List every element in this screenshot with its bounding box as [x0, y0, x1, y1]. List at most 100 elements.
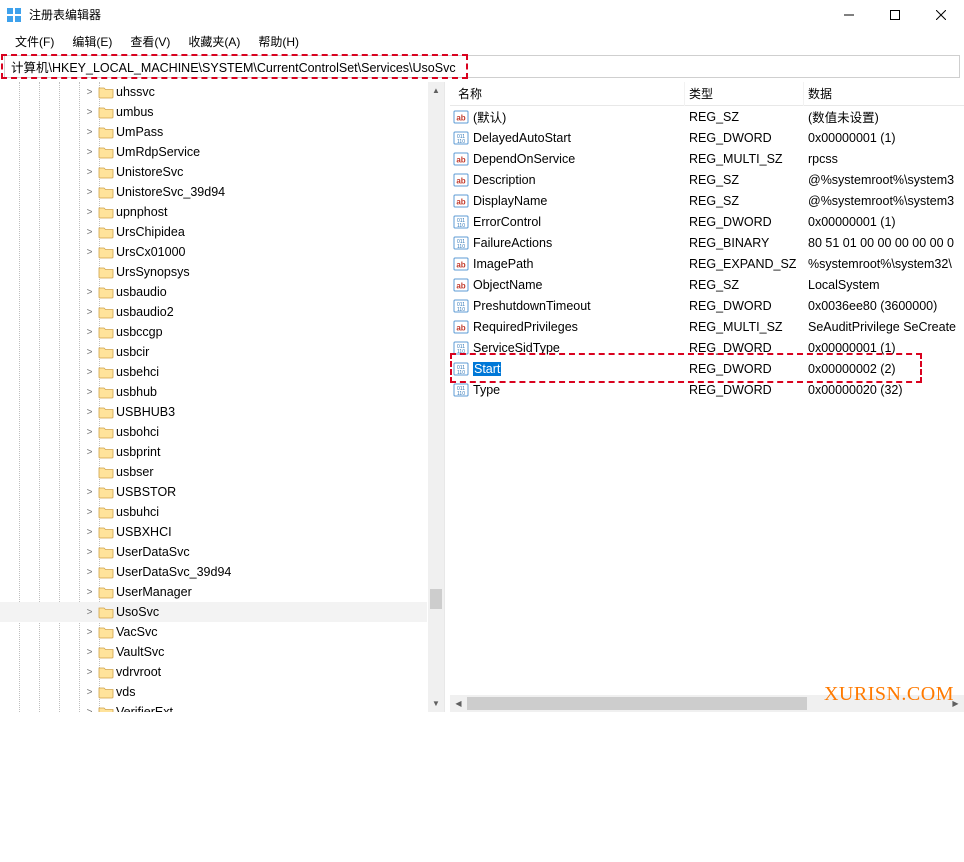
tree-item-usbuhci[interactable]: >usbuhci: [0, 502, 427, 522]
tree-item-upnphost[interactable]: >upnphost: [0, 202, 427, 222]
value-row[interactable]: FailureActionsREG_BINARY80 51 01 00 00 0…: [450, 232, 964, 253]
scroll-track[interactable]: [428, 99, 444, 695]
tree-item-usbxhci[interactable]: >USBXHCI: [0, 522, 427, 542]
tree-expander-icon[interactable]: >: [82, 287, 97, 298]
menu-view[interactable]: 查看(V): [121, 31, 179, 52]
tree-expander-icon[interactable]: >: [82, 527, 97, 538]
tree-item-vdrvroot[interactable]: >vdrvroot: [0, 662, 427, 682]
tree-expander-icon[interactable]: >: [82, 687, 97, 698]
minimize-button[interactable]: [826, 0, 872, 30]
tree-expander-icon[interactable]: >: [82, 587, 97, 598]
tree-item-vds[interactable]: >vds: [0, 682, 427, 702]
tree-item-usbehci[interactable]: >usbehci: [0, 362, 427, 382]
tree-item-usbaudio2[interactable]: >usbaudio2: [0, 302, 427, 322]
tree-expander-icon[interactable]: >: [82, 87, 97, 98]
tree-item-usosvc[interactable]: >UsoSvc: [0, 602, 427, 622]
tree-expander-icon[interactable]: >: [82, 627, 97, 638]
tree-item-usermanager[interactable]: >UserManager: [0, 582, 427, 602]
value-row[interactable]: ObjectNameREG_SZLocalSystem: [450, 274, 964, 295]
tree-expander-icon[interactable]: >: [82, 607, 97, 618]
scroll-right-button[interactable]: ▶: [947, 695, 964, 712]
tree-expander-icon[interactable]: >: [82, 367, 97, 378]
tree-item-usbser[interactable]: usbser: [0, 462, 427, 482]
tree-expander-icon[interactable]: >: [82, 507, 97, 518]
tree-expander-icon[interactable]: >: [82, 227, 97, 238]
tree-expander-icon[interactable]: >: [82, 207, 97, 218]
value-row[interactable]: ImagePathREG_EXPAND_SZ%systemroot%\syste…: [450, 253, 964, 274]
scroll-up-button[interactable]: ▲: [428, 82, 444, 99]
close-button[interactable]: [918, 0, 964, 30]
tree-item-urscx01000[interactable]: >UrsCx01000: [0, 242, 427, 262]
value-row[interactable]: RequiredPrivilegesREG_MULTI_SZSeAuditPri…: [450, 316, 964, 337]
tree-expander-icon[interactable]: >: [82, 347, 97, 358]
tree-list[interactable]: >uhssvc>umbus>UmPass>UmRdpService>Unisto…: [0, 82, 427, 712]
scroll-thumb[interactable]: [430, 589, 442, 609]
value-row[interactable]: ServiceSidTypeREG_DWORD0x00000001 (1): [450, 337, 964, 358]
tree-item-uhssvc[interactable]: >uhssvc: [0, 82, 427, 102]
tree-item-usbhub3[interactable]: >USBHUB3: [0, 402, 427, 422]
tree-expander-icon[interactable]: >: [82, 187, 97, 198]
tree-item-usbccgp[interactable]: >usbccgp: [0, 322, 427, 342]
value-row[interactable]: ErrorControlREG_DWORD0x00000001 (1): [450, 211, 964, 232]
tree-expander-icon[interactable]: >: [82, 447, 97, 458]
tree-expander-icon[interactable]: >: [82, 427, 97, 438]
col-header-type[interactable]: 类型: [685, 82, 804, 106]
menu-help[interactable]: 帮助(H): [249, 31, 308, 52]
value-row[interactable]: DependOnServiceREG_MULTI_SZrpcss: [450, 148, 964, 169]
tree-expander-icon[interactable]: >: [82, 127, 97, 138]
tree-item-unistoresvc[interactable]: >UnistoreSvc: [0, 162, 427, 182]
maximize-button[interactable]: [872, 0, 918, 30]
menu-edit[interactable]: 编辑(E): [63, 31, 121, 52]
tree-expander-icon[interactable]: >: [82, 387, 97, 398]
tree-expander-icon[interactable]: >: [82, 167, 97, 178]
tree-expander-icon[interactable]: >: [82, 327, 97, 338]
tree-expander-icon[interactable]: >: [82, 487, 97, 498]
tree-expander-icon[interactable]: >: [82, 667, 97, 678]
tree-item-urssynopsys[interactable]: UrsSynopsys: [0, 262, 427, 282]
tree-expander-icon[interactable]: >: [82, 707, 97, 713]
tree-item-usbcir[interactable]: >usbcir: [0, 342, 427, 362]
value-row[interactable]: TypeREG_DWORD0x00000020 (32): [450, 379, 964, 400]
tree-item-urschipidea[interactable]: >UrsChipidea: [0, 222, 427, 242]
value-row[interactable]: DescriptionREG_SZ@%systemroot%\system3: [450, 169, 964, 190]
tree-expander-icon[interactable]: >: [82, 647, 97, 658]
tree-expander-icon[interactable]: >: [82, 247, 97, 258]
menu-favorites[interactable]: 收藏夹(A): [179, 31, 249, 52]
scroll-left-button[interactable]: ◀: [450, 695, 467, 712]
value-row[interactable]: (默认)REG_SZ(数值未设置): [450, 106, 964, 127]
tree-expander-icon[interactable]: >: [82, 407, 97, 418]
tree-item-usbaudio[interactable]: >usbaudio: [0, 282, 427, 302]
tree-vertical-scrollbar[interactable]: ▲ ▼: [427, 82, 444, 712]
tree-expander-icon[interactable]: >: [82, 547, 97, 558]
tree-item-vaultsvc[interactable]: >VaultSvc: [0, 642, 427, 662]
tree-item-usbhub[interactable]: >usbhub: [0, 382, 427, 402]
value-row[interactable]: DelayedAutoStartREG_DWORD0x00000001 (1): [450, 127, 964, 148]
menu-file[interactable]: 文件(F): [6, 31, 63, 52]
tree-item-usbprint[interactable]: >usbprint: [0, 442, 427, 462]
col-header-name[interactable]: 名称: [450, 82, 685, 106]
list-body[interactable]: (默认)REG_SZ(数值未设置)DelayedAutoStartREG_DWO…: [450, 106, 964, 695]
tree-item-vacsvc[interactable]: >VacSvc: [0, 622, 427, 642]
tree-item-umbus[interactable]: >umbus: [0, 102, 427, 122]
hscroll-track[interactable]: [467, 695, 947, 712]
tree-item-userdatasvc_39d94[interactable]: >UserDataSvc_39d94: [0, 562, 427, 582]
hscroll-thumb[interactable]: [467, 697, 807, 710]
value-row[interactable]: PreshutdownTimeoutREG_DWORD0x0036ee80 (3…: [450, 295, 964, 316]
tree-expander-icon[interactable]: >: [82, 107, 97, 118]
tree-expander-icon[interactable]: >: [82, 567, 97, 578]
list-header[interactable]: 名称 类型 数据: [450, 82, 964, 106]
tree-item-umpass[interactable]: >UmPass: [0, 122, 427, 142]
tree-expander-icon[interactable]: >: [82, 307, 97, 318]
address-input[interactable]: [4, 55, 960, 78]
tree-item-usbstor[interactable]: >USBSTOR: [0, 482, 427, 502]
tree-item-umrdpservice[interactable]: >UmRdpService: [0, 142, 427, 162]
value-row[interactable]: StartREG_DWORD0x00000002 (2): [450, 358, 964, 379]
col-header-data[interactable]: 数据: [804, 82, 964, 106]
value-row[interactable]: DisplayNameREG_SZ@%systemroot%\system3: [450, 190, 964, 211]
scroll-down-button[interactable]: ▼: [428, 695, 444, 712]
tree-item-usbohci[interactable]: >usbohci: [0, 422, 427, 442]
tree-expander-icon[interactable]: >: [82, 147, 97, 158]
values-horizontal-scrollbar[interactable]: ◀ ▶: [450, 695, 964, 712]
tree-item-unistoresvc_39d94[interactable]: >UnistoreSvc_39d94: [0, 182, 427, 202]
tree-item-userdatasvc[interactable]: >UserDataSvc: [0, 542, 427, 562]
